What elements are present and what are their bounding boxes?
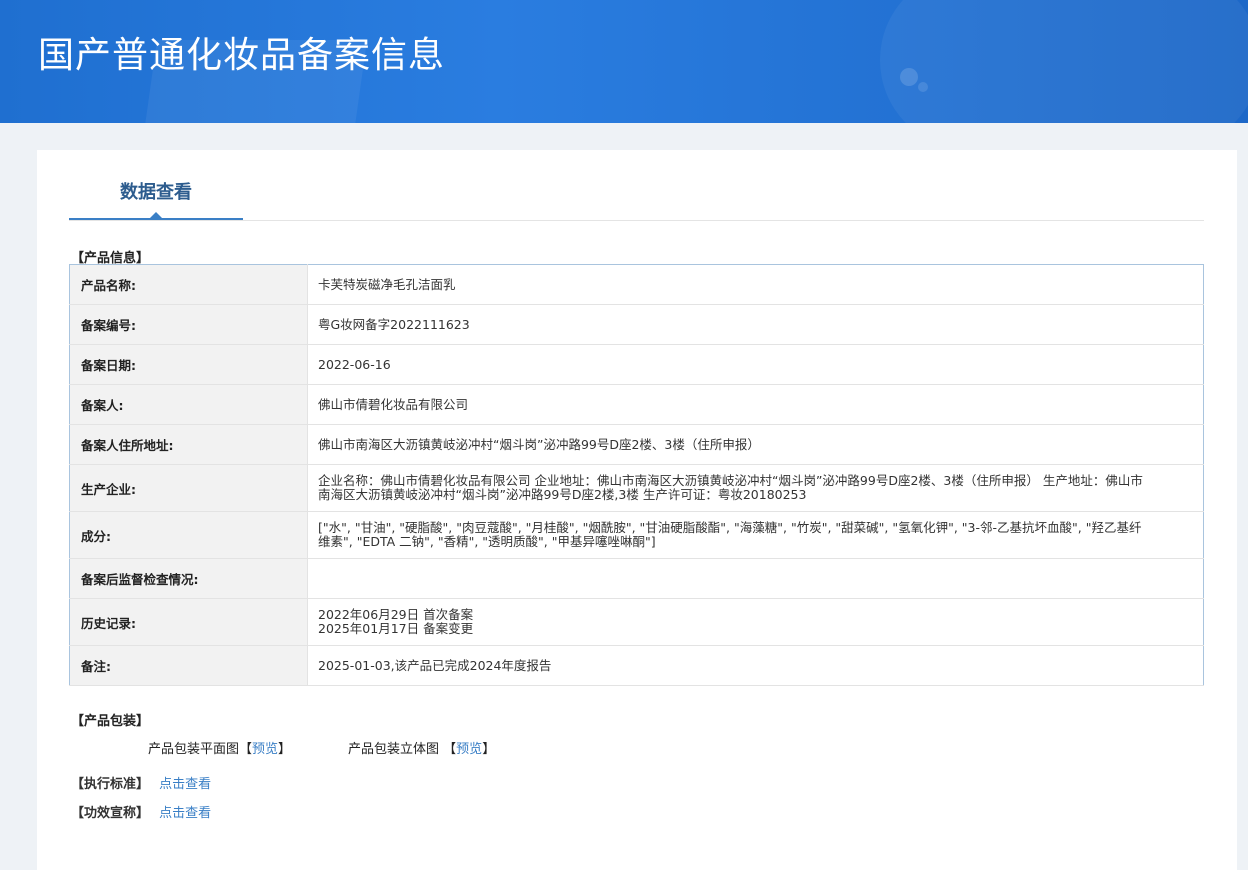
- header-decoration: [918, 82, 928, 92]
- packaging-title: 【产品包装】: [71, 714, 150, 729]
- page-header: 国产普通化妆品备案信息: [0, 0, 1248, 123]
- row-label: 备案后监督检查情况:: [69, 558, 308, 599]
- bracket: 【: [239, 742, 253, 757]
- row-value: 企业名称：佛山市倩碧化妆品有限公司 企业地址：佛山市南海区大沥镇黄岐泌冲村“烟斗…: [307, 464, 1204, 512]
- content-panel: 数据查看 【产品信息】 产品名称: 卡芙特炭磁净毛孔洁面乳 备案编号: 粤G妆网备字2…: [37, 150, 1237, 870]
- bracket: 【: [443, 742, 457, 757]
- tab-caret-icon: [149, 212, 163, 219]
- row-value: 2022年06月29日 首次备案 2025年01月17日 备案变更: [307, 598, 1204, 646]
- row-value: 2022-06-16: [307, 344, 1204, 385]
- row-label: 生产企业:: [69, 464, 308, 512]
- table-row: 产品名称: 卡芙特炭磁净毛孔洁面乳: [69, 264, 1204, 305]
- row-label: 成分:: [69, 511, 308, 559]
- row-label: 备案人:: [69, 384, 308, 425]
- product-info-table: 产品名称: 卡芙特炭磁净毛孔洁面乳 备案编号: 粤G妆网备字2022111623 备案日…: [69, 264, 1204, 686]
- page-title: 国产普通化妆品备案信息: [38, 35, 446, 76]
- package-flat-row: 产品包装平面图【预览】: [148, 738, 291, 757]
- row-label: 产品名称:: [69, 264, 308, 305]
- package-solid-label: 产品包装立体图: [348, 742, 440, 757]
- row-value: 2025-01-03,该产品已完成2024年度报告: [307, 645, 1204, 686]
- header-decoration: [900, 68, 918, 86]
- bracket: 】: [278, 742, 292, 757]
- table-row: 备案编号: 粤G妆网备字2022111623: [69, 304, 1204, 345]
- table-row: 备案人住所地址: 佛山市南海区大沥镇黄岐泌冲村“烟斗岗”泌冲路99号D座2楼、3楼…: [69, 424, 1204, 465]
- table-row: 历史记录: 2022年06月29日 首次备案 2025年01月17日 备案变更: [69, 598, 1204, 646]
- package-solid-preview-link[interactable]: 预览: [456, 742, 482, 757]
- row-label: 备案编号:: [69, 304, 308, 345]
- row-value: 佛山市倩碧化妆品有限公司: [307, 384, 1204, 425]
- tab-bar: 数据查看: [69, 150, 1204, 221]
- row-value: ["水", "甘油", "硬脂酸", "肉豆蔻酸", "月桂酸", "烟酰胺",…: [307, 511, 1204, 559]
- efficacy-view-link[interactable]: 点击查看: [159, 806, 211, 821]
- standard-label: 【执行标准】: [71, 777, 150, 792]
- table-row: 备注: 2025-01-03,该产品已完成2024年度报告: [69, 645, 1204, 686]
- row-label: 备案人住所地址:: [69, 424, 308, 465]
- table-row: 备案日期: 2022-06-16: [69, 344, 1204, 385]
- standard-view-link[interactable]: 点击查看: [159, 777, 211, 792]
- table-row: 生产企业: 企业名称：佛山市倩碧化妆品有限公司 企业地址：佛山市南海区大沥镇黄岐泌…: [69, 464, 1204, 512]
- efficacy-label: 【功效宣称】: [71, 806, 150, 821]
- row-label: 备注:: [69, 645, 308, 686]
- row-value: 卡芙特炭磁净毛孔洁面乳: [307, 264, 1204, 305]
- row-label: 历史记录:: [69, 598, 308, 646]
- row-value: [307, 558, 1204, 599]
- table-row: 成分: ["水", "甘油", "硬脂酸", "肉豆蔻酸", "月桂酸", "烟酰…: [69, 511, 1204, 559]
- table-row: 备案人: 佛山市倩碧化妆品有限公司: [69, 384, 1204, 425]
- package-flat-preview-link[interactable]: 预览: [252, 742, 278, 757]
- package-flat-label: 产品包装平面图: [148, 742, 240, 757]
- tab-label: 数据查看: [120, 182, 192, 203]
- tab-data-view[interactable]: 数据查看: [69, 150, 243, 220]
- row-value: 粤G妆网备字2022111623: [307, 304, 1204, 345]
- efficacy-row: 【功效宣称】 点击查看: [71, 802, 211, 821]
- bracket: 】: [482, 742, 496, 757]
- header-decoration: [880, 0, 1248, 123]
- row-value: 佛山市南海区大沥镇黄岐泌冲村“烟斗岗”泌冲路99号D座2楼、3楼（住所申报）: [307, 424, 1204, 465]
- package-solid-row: 产品包装立体图 【预览】: [348, 738, 495, 757]
- standard-row: 【执行标准】 点击查看: [71, 773, 211, 792]
- row-label: 备案日期:: [69, 344, 308, 385]
- table-row: 备案后监督检查情况:: [69, 558, 1204, 599]
